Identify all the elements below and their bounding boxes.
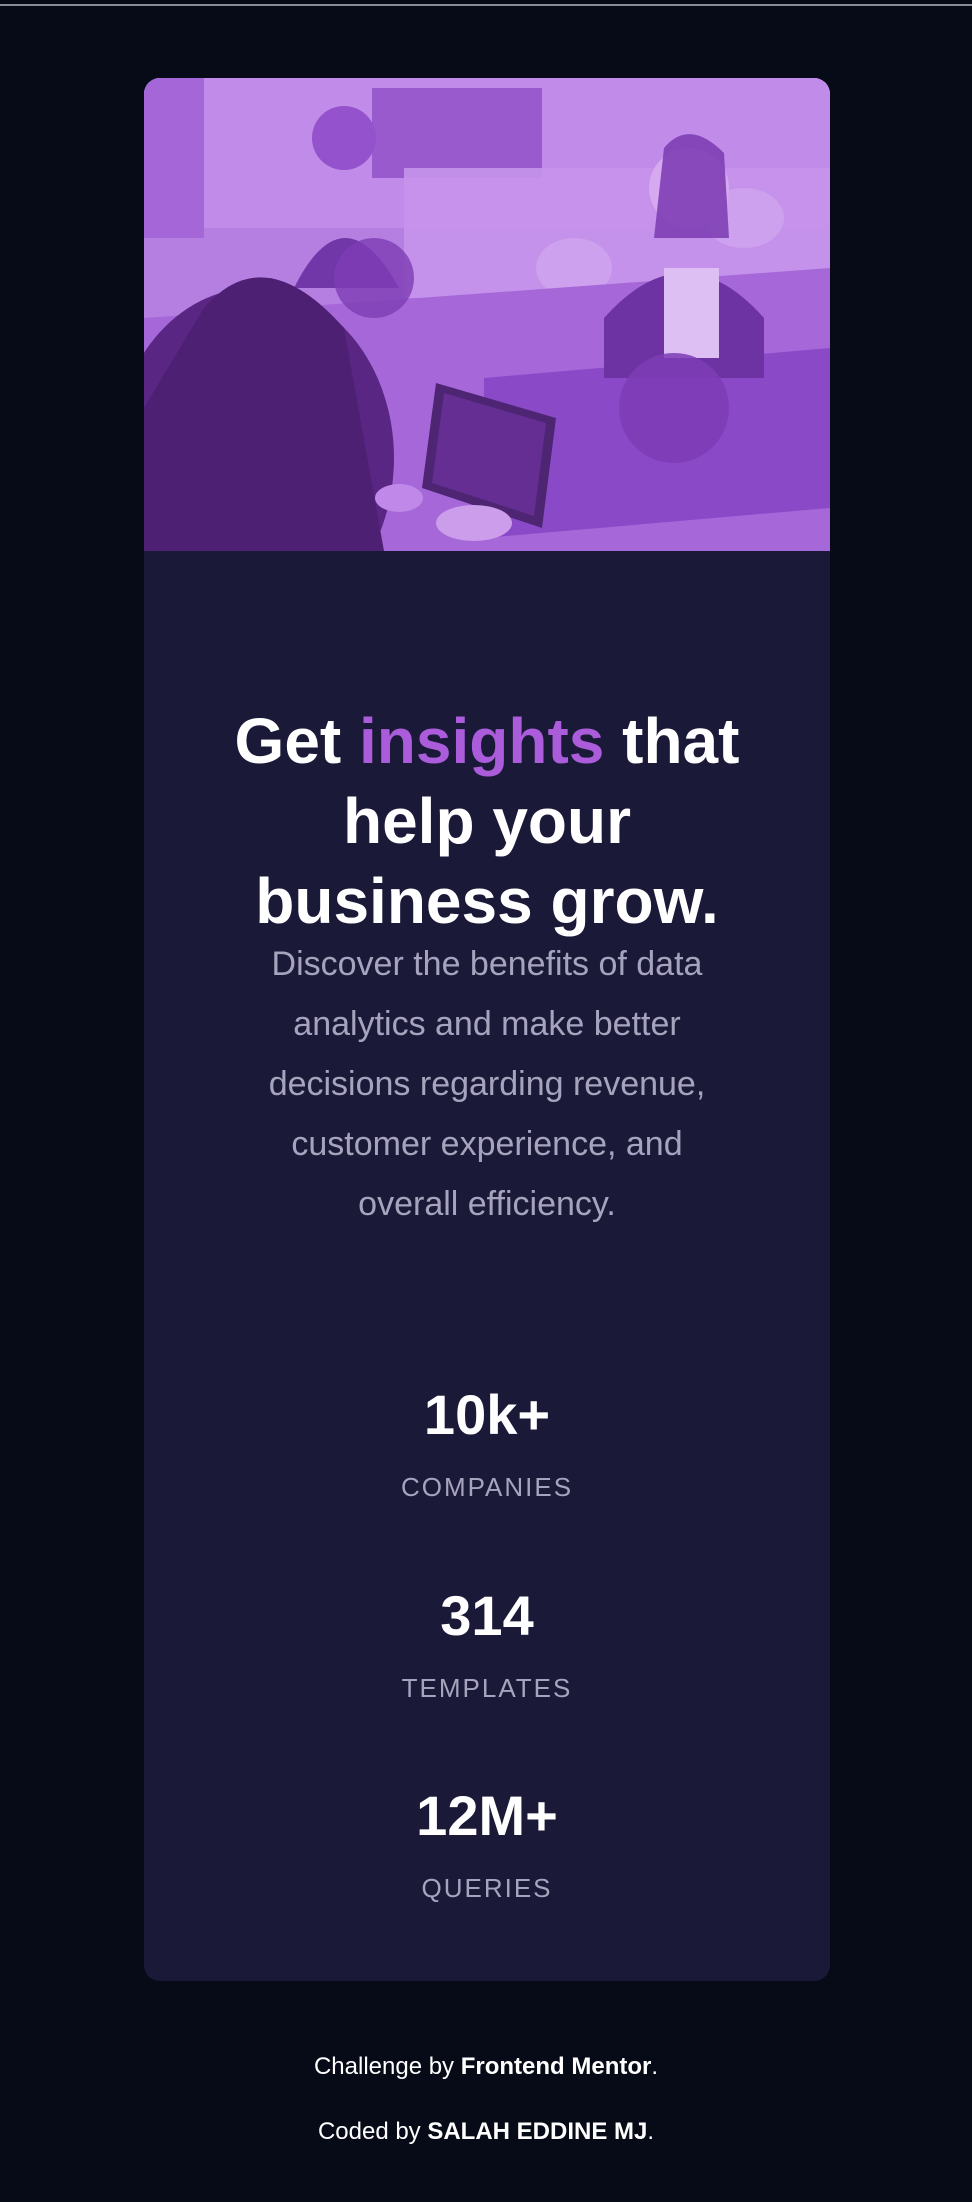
stat-value: 314 xyxy=(440,1584,534,1647)
challenge-prefix: Challenge by xyxy=(313,2053,461,2080)
description: Discover the benefits of data analytics … xyxy=(268,945,706,1223)
author-link[interactable]: SALAH EDDINE MJ xyxy=(427,2118,647,2145)
top-divider xyxy=(0,0,972,6)
stat-label: QUERIES xyxy=(421,1873,553,1903)
headline-line1-end: that xyxy=(604,705,740,777)
stat-value: 10k+ xyxy=(423,1383,551,1446)
stat-value: 12M+ xyxy=(416,1784,558,1847)
coded-suffix: . xyxy=(647,2118,655,2145)
stat-templates: 314 TEMPLATES xyxy=(144,1584,830,1704)
stat-queries: 12M+ QUERIES xyxy=(144,1784,830,1904)
headline: Get insights that help your business gro… xyxy=(144,701,830,941)
coded-prefix: Coded by xyxy=(317,2118,428,2145)
headline-prefix: Get xyxy=(234,705,360,777)
stat-label: COMPANIES xyxy=(400,1472,574,1502)
attribution-coded-by: Coded by SALAH EDDINE MJ. xyxy=(0,2117,972,2147)
headline-line2: help your xyxy=(342,785,632,857)
stat-label: TEMPLATES xyxy=(401,1673,573,1703)
frontend-mentor-link[interactable]: Frontend Mentor xyxy=(461,2053,652,2080)
hero-image xyxy=(144,78,830,551)
attribution-challenge: Challenge by Frontend Mentor. xyxy=(0,2052,972,2082)
headline-line3: business grow. xyxy=(255,865,719,937)
challenge-suffix: . xyxy=(651,2053,659,2080)
headline-accent: insights xyxy=(359,705,605,777)
stat-companies: 10k+ COMPANIES xyxy=(144,1383,830,1503)
stats-preview-card: Get insights that help your business gro… xyxy=(144,78,830,1981)
office-photo-illustration xyxy=(144,78,830,551)
